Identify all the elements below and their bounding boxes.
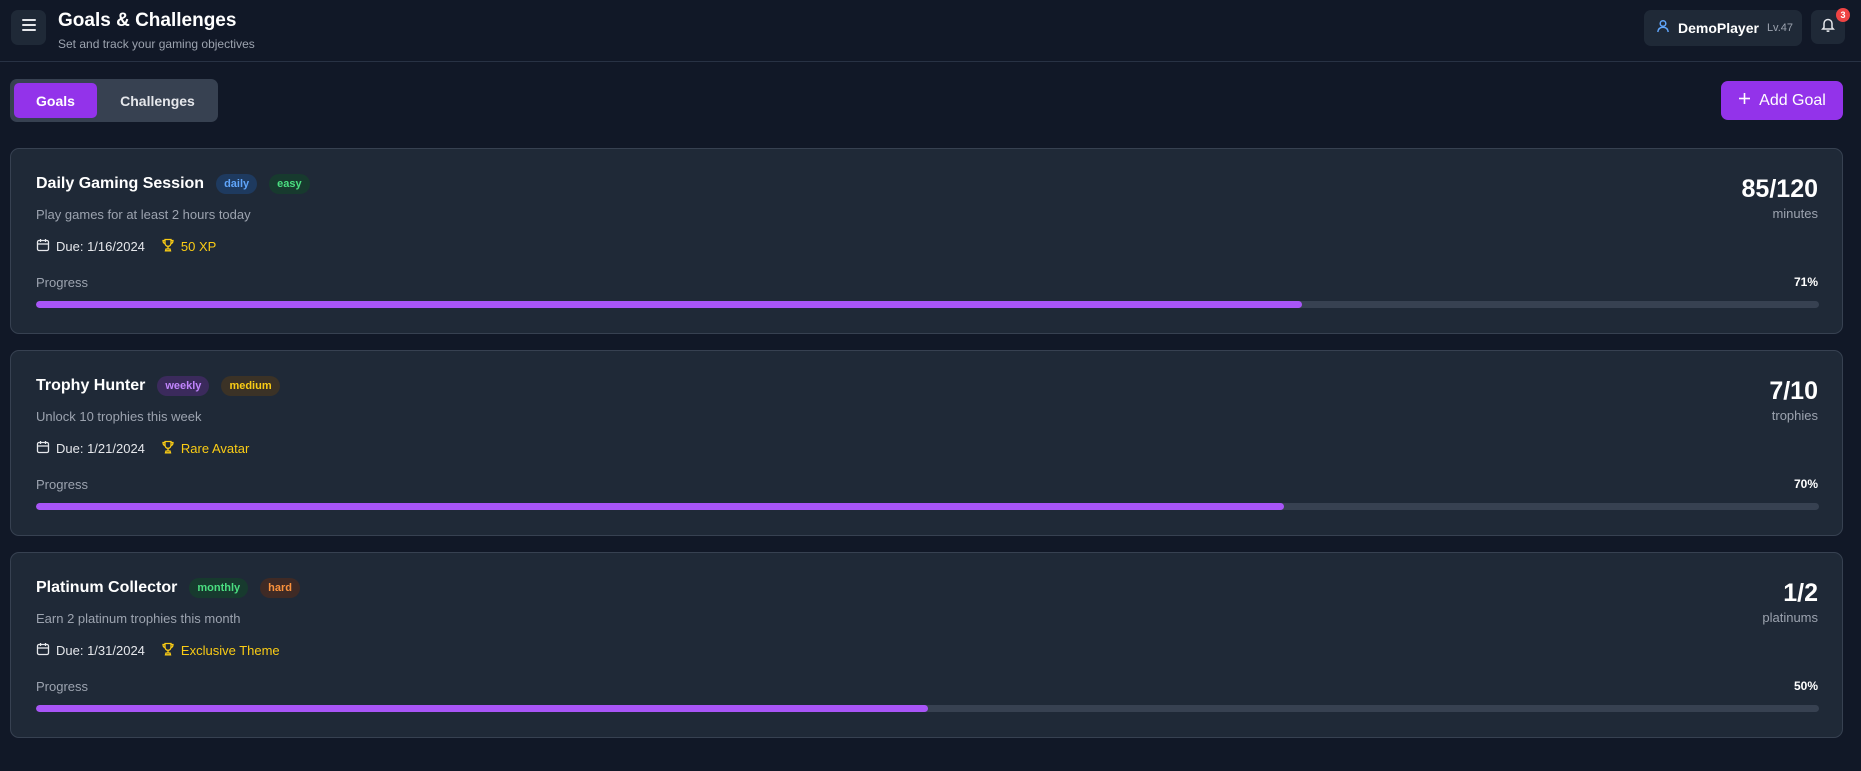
goal-unit: platinums xyxy=(1762,610,1818,625)
due-date-text: Due: 1/21/2024 xyxy=(56,441,145,456)
plus-icon xyxy=(1738,92,1751,110)
goal-title-row: Trophy Hunter weekly medium xyxy=(36,376,280,396)
goal-meta: Due: 1/16/2024 50 XP xyxy=(36,238,216,255)
goal-title: Platinum Collector xyxy=(36,579,178,596)
trophy-icon xyxy=(161,642,175,659)
user-name: DemoPlayer xyxy=(1678,20,1759,36)
trophy-icon xyxy=(161,238,175,255)
reward: 50 XP xyxy=(161,238,216,255)
goal-title-row: Platinum Collector monthly hard xyxy=(36,578,300,598)
tab-challenges[interactable]: Challenges xyxy=(101,83,214,118)
add-goal-button[interactable]: Add Goal xyxy=(1721,81,1843,120)
due-date: Due: 1/21/2024 xyxy=(36,440,145,457)
progress-percent: 71% xyxy=(1793,275,1818,289)
difficulty-tag: medium xyxy=(221,376,280,396)
user-level: Lv.47 xyxy=(1766,22,1794,34)
goal-title: Trophy Hunter xyxy=(36,377,146,394)
progress-percent: 50% xyxy=(1793,679,1818,693)
goal-card[interactable]: Trophy Hunter weekly medium Unlock 10 tr… xyxy=(10,350,1843,536)
progress-bar-fill xyxy=(36,705,928,712)
goal-meta: Due: 1/31/2024 Exclusive Theme xyxy=(36,642,280,659)
goal-description: Earn 2 platinum trophies this month xyxy=(36,611,241,626)
goal-unit: trophies xyxy=(1771,408,1818,423)
goal-count: 1/2 xyxy=(1783,579,1818,607)
frequency-tag: monthly xyxy=(189,578,249,598)
goal-count-block: 7/10 trophies xyxy=(1769,377,1818,423)
goal-title: Daily Gaming Session xyxy=(36,175,205,192)
progress-bar xyxy=(36,503,1819,510)
due-date-text: Due: 1/31/2024 xyxy=(56,643,145,658)
hamburger-menu-icon xyxy=(21,18,37,37)
goal-meta: Due: 1/21/2024 Rare Avatar xyxy=(36,440,249,457)
page-title: Goals & Challenges xyxy=(58,10,237,31)
reward-text: Rare Avatar xyxy=(180,441,250,456)
reward-text: 50 XP xyxy=(180,239,217,254)
due-date: Due: 1/16/2024 xyxy=(36,238,145,255)
tab-goals[interactable]: Goals xyxy=(14,83,97,118)
goal-count: 7/10 xyxy=(1769,377,1818,405)
progress-label: Progress xyxy=(36,477,89,492)
goal-description: Unlock 10 trophies this week xyxy=(36,409,202,424)
calendar-icon xyxy=(36,238,50,255)
goal-count-block: 1/2 platinums xyxy=(1762,579,1818,625)
progress-bar xyxy=(36,705,1819,712)
trophy-icon xyxy=(161,440,175,457)
frequency-tag: weekly xyxy=(157,376,210,396)
progress-bar xyxy=(36,301,1819,308)
goal-title-row: Daily Gaming Session daily easy xyxy=(36,174,310,194)
calendar-icon xyxy=(36,642,50,659)
difficulty-tag: hard xyxy=(260,578,300,598)
progress-bar-fill xyxy=(36,301,1302,308)
goal-description: Play games for at least 2 hours today xyxy=(36,207,251,222)
notifications-button[interactable]: 3 xyxy=(1811,8,1850,44)
reward-text: Exclusive Theme xyxy=(180,643,280,658)
goal-count-block: 85/120 minutes xyxy=(1742,175,1818,221)
user-profile-button[interactable]: DemoPlayer Lv.47 xyxy=(1644,10,1802,46)
view-tabs: Goals Challenges xyxy=(10,79,218,122)
reward: Rare Avatar xyxy=(161,440,249,457)
bell-icon xyxy=(1821,17,1835,37)
goal-card[interactable]: Platinum Collector monthly hard Earn 2 p… xyxy=(10,552,1843,738)
top-bar: Goals & Challenges Set and track your ga… xyxy=(0,0,1861,62)
progress-label: Progress xyxy=(36,275,89,290)
page-subtitle: Set and track your gaming objectives xyxy=(58,37,255,51)
due-date: Due: 1/31/2024 xyxy=(36,642,145,659)
progress-bar-fill xyxy=(36,503,1285,510)
goal-card[interactable]: Daily Gaming Session daily easy Play gam… xyxy=(10,148,1843,334)
frequency-tag: daily xyxy=(216,174,258,194)
goal-count: 85/120 xyxy=(1741,175,1818,203)
reward: Exclusive Theme xyxy=(161,642,280,659)
page-title-block: Goals & Challenges Set and track your ga… xyxy=(58,10,255,51)
notification-count-badge: 3 xyxy=(1836,8,1850,22)
progress-label: Progress xyxy=(36,679,89,694)
user-icon xyxy=(1656,19,1670,38)
difficulty-tag: easy xyxy=(269,174,310,194)
calendar-icon xyxy=(36,440,50,457)
menu-button[interactable] xyxy=(11,10,46,45)
due-date-text: Due: 1/16/2024 xyxy=(56,239,145,254)
progress-percent: 70% xyxy=(1793,477,1818,491)
add-goal-label: Add Goal xyxy=(1759,91,1826,109)
goal-unit: minutes xyxy=(1772,206,1818,221)
